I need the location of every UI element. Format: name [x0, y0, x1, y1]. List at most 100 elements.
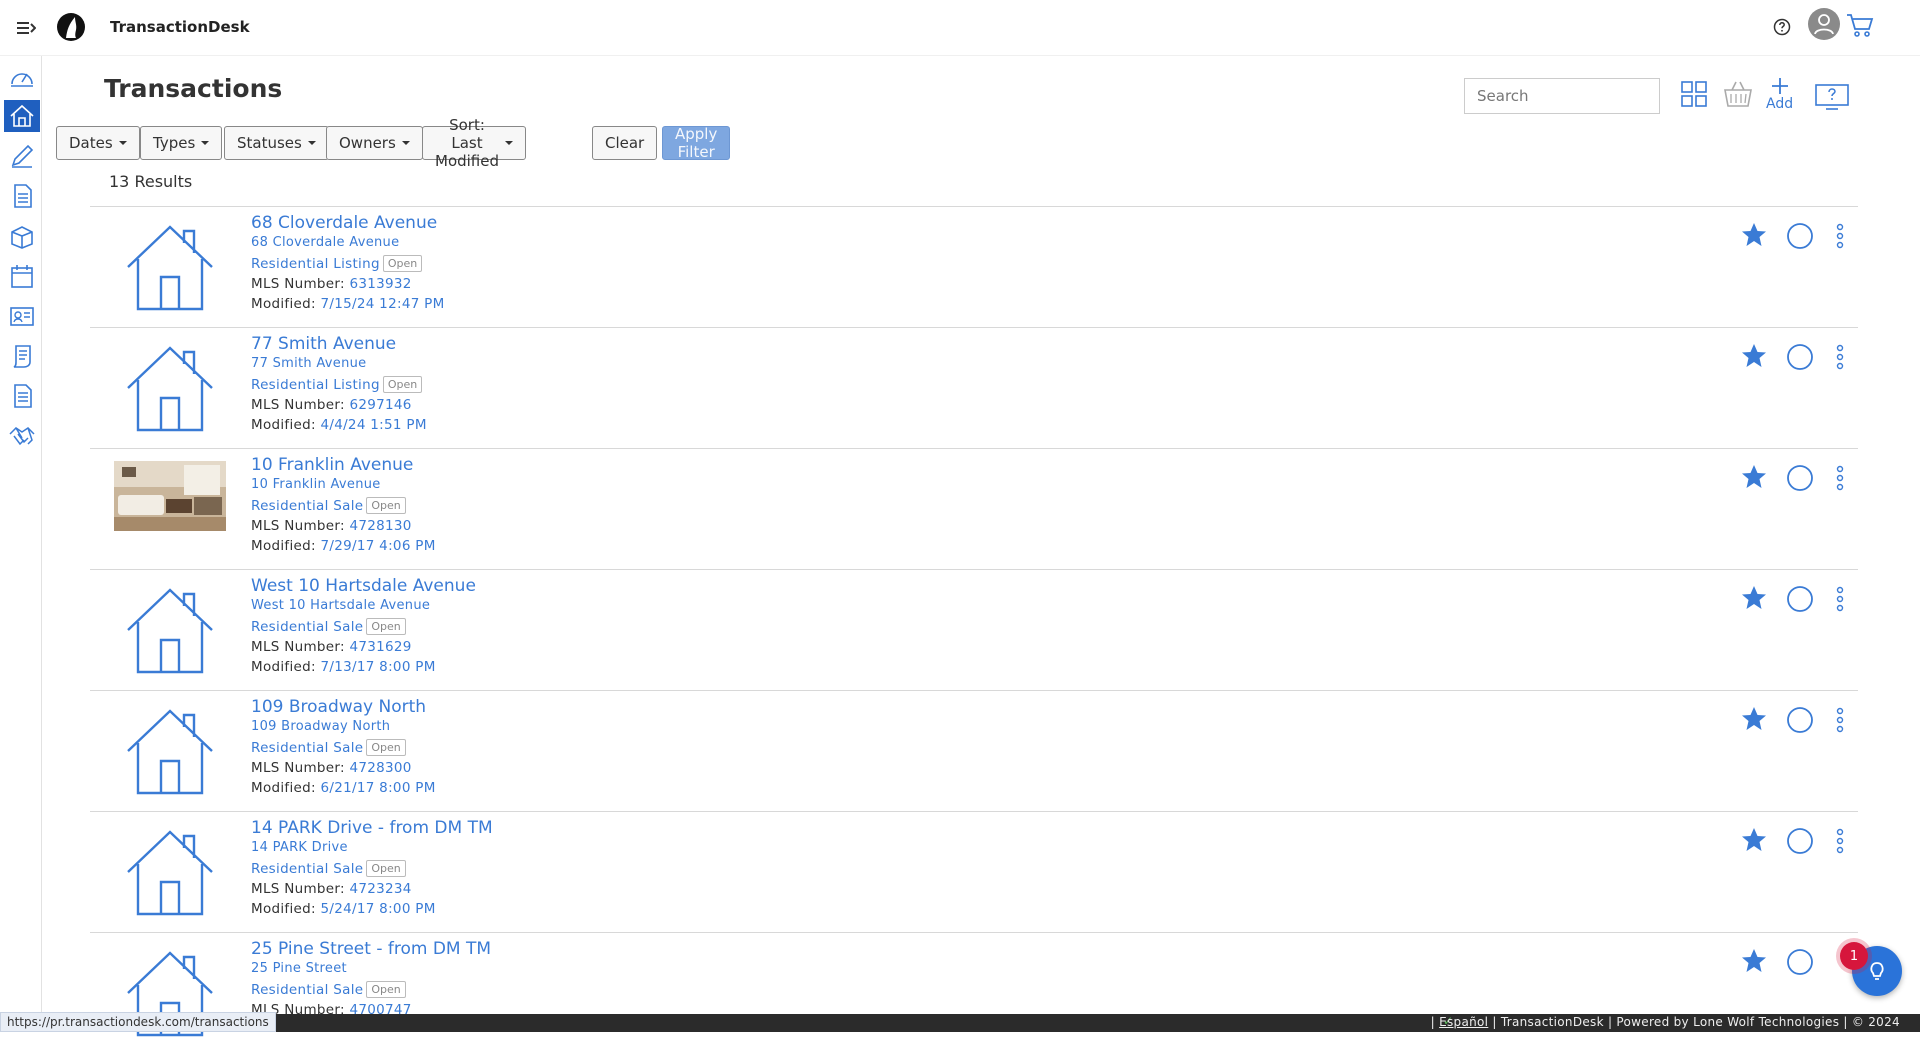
home-icon	[10, 104, 34, 127]
modified-line: Modified: 4/4/24 1:51 PM	[251, 415, 427, 435]
mls-number: 4728130	[349, 518, 412, 534]
modified-line: Modified: 7/29/17 4:06 PM	[251, 536, 436, 556]
star-icon[interactable]	[1740, 705, 1768, 733]
transaction-title[interactable]: 25 Pine Street - from DM TM	[251, 939, 491, 959]
search-input[interactable]	[1464, 78, 1660, 114]
more-options-icon[interactable]	[1835, 586, 1845, 612]
select-circle-icon[interactable]	[1786, 706, 1814, 734]
sidebar-item-reports[interactable]	[4, 380, 40, 412]
mls-label: MLS Number:	[251, 881, 350, 897]
transaction-address: 68 Cloverdale Avenue	[251, 235, 400, 250]
table-row[interactable]: 109 Broadway North 109 Broadway North Re…	[90, 690, 1858, 811]
help-screen-icon[interactable]	[1814, 82, 1850, 112]
status-badge: Open	[382, 376, 423, 393]
status-badge: Open	[366, 739, 406, 756]
more-options-icon[interactable]	[1835, 828, 1845, 854]
lone-wolf-logo-icon[interactable]	[56, 12, 86, 42]
sidebar-item-transactions[interactable]	[4, 100, 40, 132]
caret-down-icon	[201, 141, 210, 145]
star-icon[interactable]	[1740, 221, 1768, 249]
more-options-icon[interactable]	[1835, 344, 1845, 370]
more-options-icon[interactable]	[1835, 465, 1845, 491]
caret-down-icon	[118, 141, 127, 145]
mls-line: MLS Number: 4728130	[251, 516, 436, 536]
sidebar-item-scroll[interactable]	[4, 340, 40, 372]
select-circle-icon[interactable]	[1786, 948, 1814, 976]
top-bar: TransactionDesk	[0, 0, 1920, 56]
star-icon[interactable]	[1740, 826, 1768, 854]
star-icon[interactable]	[1740, 463, 1768, 491]
table-row[interactable]: West 10 Hartsdale Avenue West 10 Hartsda…	[90, 569, 1858, 690]
mls-line: MLS Number: 4728300	[251, 758, 436, 778]
transaction-title[interactable]: 10 Franklin Avenue	[251, 455, 436, 475]
apply-filter-button[interactable]: Apply Filter	[662, 125, 731, 161]
transaction-type: Residential Sale	[251, 861, 364, 877]
cart-icon[interactable]	[1846, 12, 1874, 38]
select-circle-icon[interactable]	[1786, 464, 1814, 492]
statuses-label: Statuses	[237, 134, 302, 152]
table-row[interactable]: 77 Smith Avenue 77 Smith Avenue Resident…	[90, 327, 1858, 448]
sort-button[interactable]: Sort: Last Modified	[422, 116, 526, 170]
select-circle-icon[interactable]	[1786, 827, 1814, 855]
transaction-address: 77 Smith Avenue	[251, 356, 367, 371]
add-button[interactable]: Add	[1766, 96, 1793, 112]
transaction-title[interactable]: West 10 Hartsdale Avenue	[251, 576, 476, 596]
star-icon[interactable]	[1740, 947, 1768, 975]
sidebar-item-agreements[interactable]	[4, 420, 40, 452]
add-icon[interactable]	[1767, 76, 1793, 96]
transaction-title[interactable]: 68 Cloverdale Avenue	[251, 213, 445, 233]
mls-label: MLS Number:	[251, 518, 350, 534]
pen-icon	[11, 144, 34, 168]
basket-icon[interactable]	[1722, 78, 1754, 110]
mls-number: 4731629	[349, 639, 412, 655]
sidebar-item-forms[interactable]	[4, 140, 40, 172]
menu-toggle-icon[interactable]	[16, 18, 36, 38]
sidebar-item-contacts[interactable]	[4, 300, 40, 332]
help-icon[interactable]	[1773, 18, 1791, 36]
sidebar-item-calendar[interactable]	[4, 260, 40, 292]
sidebar-item-dashboard[interactable]	[4, 62, 40, 94]
dates-filter-button[interactable]: Dates	[56, 126, 140, 160]
footer-copyright: | TransactionDesk | Powered by Lone Wolf…	[1488, 1015, 1900, 1029]
select-circle-icon[interactable]	[1786, 585, 1814, 613]
owners-filter-button[interactable]: Owners	[326, 126, 423, 160]
modified-line: Modified: 7/13/17 8:00 PM	[251, 657, 476, 677]
user-avatar[interactable]	[1808, 8, 1840, 40]
transaction-title[interactable]: 77 Smith Avenue	[251, 334, 427, 354]
language-link[interactable]: Español	[1439, 1015, 1488, 1029]
table-row[interactable]: 25 Pine Street - from DM TM 25 Pine Stre…	[90, 932, 1858, 1053]
table-row[interactable]: 14 PARK Drive - from DM TM 14 PARK Drive…	[90, 811, 1858, 932]
user-icon	[1814, 14, 1834, 35]
speedometer-icon	[11, 73, 33, 87]
clear-filter-button[interactable]: Clear	[592, 126, 658, 160]
more-options-icon[interactable]	[1835, 707, 1845, 733]
mls-line: MLS Number: 6297146	[251, 395, 427, 415]
mls-number: 6313932	[349, 276, 412, 292]
transaction-title[interactable]: 109 Broadway North	[251, 697, 436, 717]
status-badge: Open	[366, 618, 406, 635]
table-row[interactable]: 10 Franklin Avenue 10 Franklin Avenue Re…	[90, 448, 1858, 569]
sidebar-item-properties[interactable]	[4, 220, 40, 252]
sidebar-item-documents[interactable]	[4, 180, 40, 212]
types-filter-button[interactable]: Types	[140, 126, 223, 160]
modified-date: 6/21/17 8:00 PM	[320, 780, 436, 796]
notification-badge[interactable]: 1	[1840, 942, 1868, 970]
more-options-icon[interactable]	[1835, 223, 1845, 249]
modified-line: Modified: 7/15/24 12:47 PM	[251, 294, 445, 314]
table-row[interactable]: 68 Cloverdale Avenue 68 Cloverdale Avenu…	[90, 206, 1858, 327]
modified-label: Modified:	[251, 417, 321, 433]
sort-label: Sort: Last Modified	[435, 116, 500, 170]
select-circle-icon[interactable]	[1786, 343, 1814, 371]
caret-down-icon	[401, 141, 410, 145]
statuses-filter-button[interactable]: Statuses	[224, 126, 329, 160]
footer-text: | Español | TransactionDesk | Powered by…	[1431, 1015, 1900, 1029]
star-icon[interactable]	[1740, 342, 1768, 370]
modified-line: Modified: 5/24/17 8:00 PM	[251, 899, 493, 919]
modified-label: Modified:	[251, 901, 321, 917]
grid-view-icon[interactable]	[1680, 80, 1708, 108]
transaction-title[interactable]: 14 PARK Drive - from DM TM	[251, 818, 493, 838]
house-icon	[127, 830, 213, 916]
transaction-type: Residential Sale	[251, 498, 364, 514]
star-icon[interactable]	[1740, 584, 1768, 612]
select-circle-icon[interactable]	[1786, 222, 1814, 250]
